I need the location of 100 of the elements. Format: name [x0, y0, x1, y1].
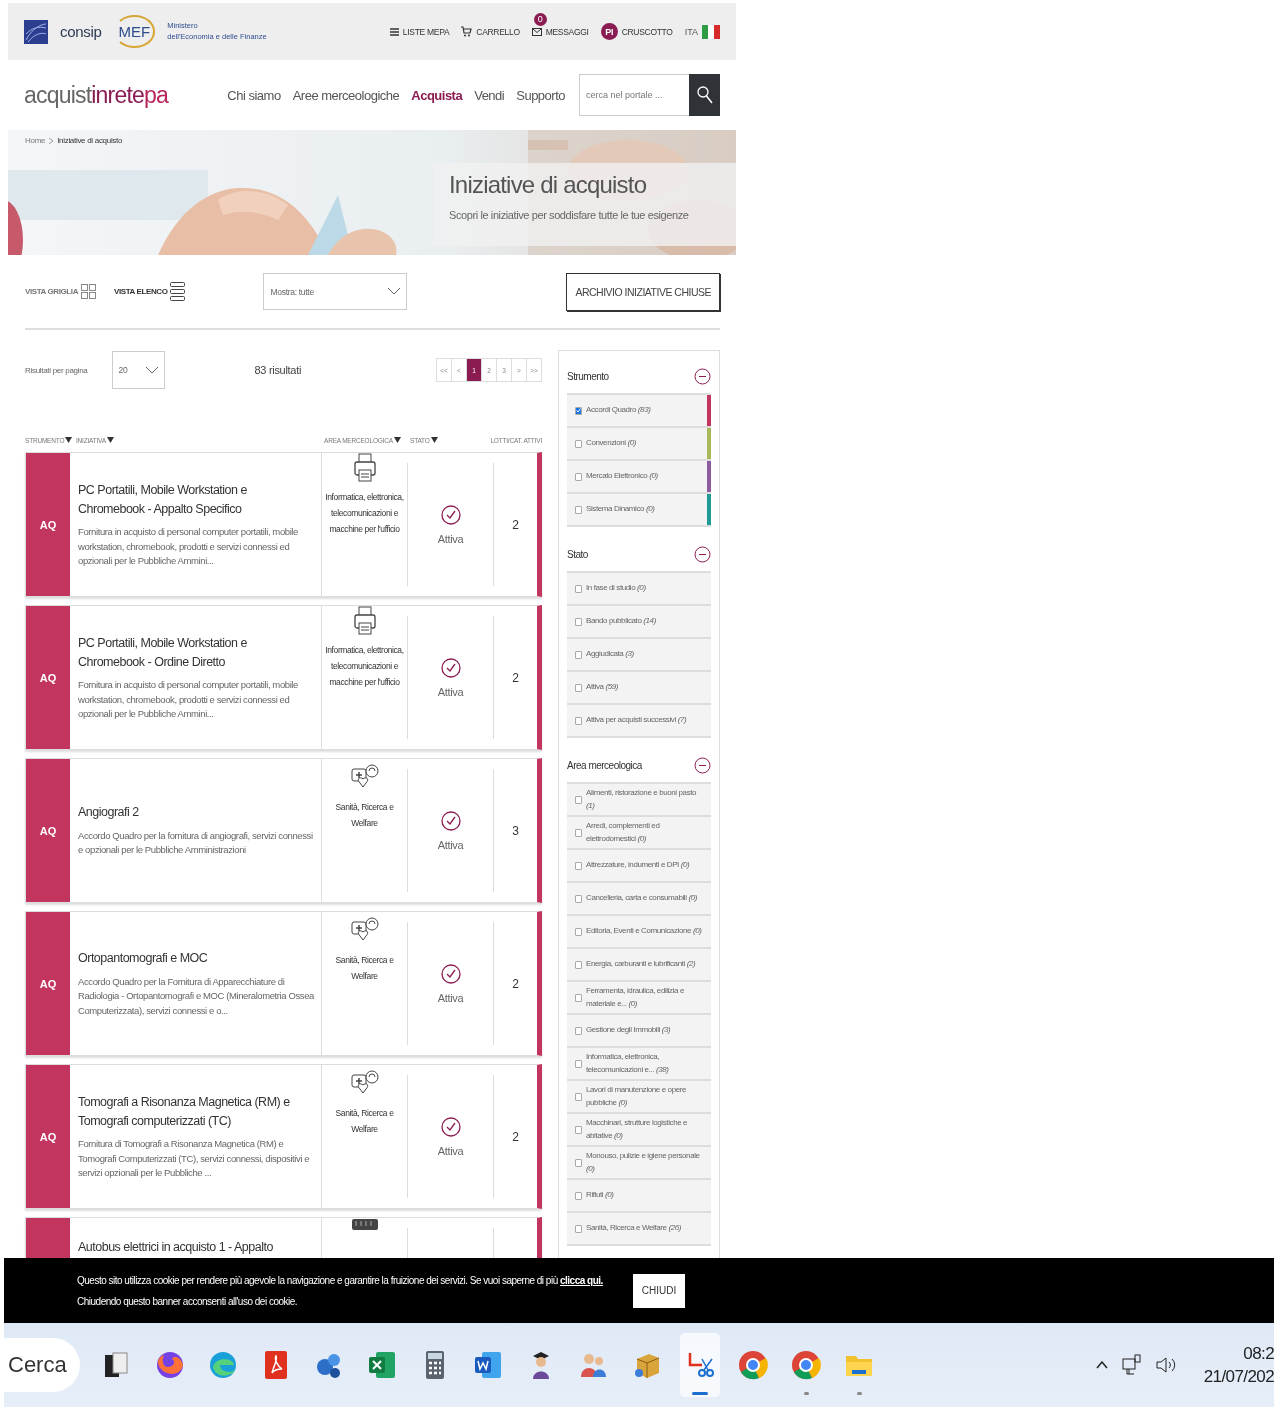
collapse-icon[interactable]	[694, 756, 711, 774]
filter-option[interactable]: Arredi, complementi ed elettrodomestici (0)	[567, 815, 711, 848]
nav-link[interactable]: Vendi	[474, 87, 505, 103]
filter-label: Attiva (59)	[586, 681, 619, 694]
checkbox[interactable]	[575, 993, 582, 1002]
language-link[interactable]: ITA	[684, 26, 698, 37]
wave-icon	[207, 1349, 239, 1381]
mail-icon	[531, 27, 542, 36]
menu-icon	[389, 27, 399, 36]
header-link[interactable]: PI CRUSCOTTO	[600, 23, 673, 40]
category-label: Sanità, Ricerca e Welfare	[334, 1107, 395, 1137]
filter-option[interactable]: Convenzioni (0)	[567, 426, 711, 459]
search-button[interactable]	[689, 74, 720, 116]
checkbox[interactable]	[575, 1158, 582, 1167]
filter-option[interactable]: Attiva per acquisti successivi (7)	[567, 703, 711, 736]
filter-option[interactable]: Bando pubblicato (14)	[567, 604, 711, 637]
filter-option[interactable]: Monouso, pulizie e igiene personale (0)	[567, 1145, 711, 1178]
filter-label: Rifiuti (0)	[586, 1189, 614, 1202]
initiative-title: PC Portatili, Mobile Workstation e Chromebook - Appalto Specifico	[78, 481, 248, 518]
cookie-link[interactable]: clicca qui.	[560, 1274, 603, 1286]
status-label: Attiva	[437, 991, 464, 1004]
filter-option[interactable]: Editoria, Eventi e Comunicazione (0)	[567, 914, 711, 947]
checkbox[interactable]	[575, 650, 582, 659]
checkbox[interactable]	[575, 1059, 582, 1068]
checkbox[interactable]	[575, 617, 582, 626]
filter-option[interactable]: Informatica, elettronica, telecomunicazioni e... (38)	[567, 1046, 711, 1079]
filter-option[interactable]: Sanità, Ricerca e Welfare (26)	[567, 1211, 711, 1244]
initiative-card[interactable]	[25, 605, 542, 750]
breadcrumb-link[interactable]: Home	[25, 136, 46, 145]
filter-option[interactable]: Attrezzature, indumenti e DPI (0)	[567, 848, 711, 881]
filter-option[interactable]: Gestione degli Immobili (3)	[567, 1013, 711, 1046]
initiative-card[interactable]: AQ Angiografi 2 Accordo Quadro per la fornitura di angiografi, servizi connessi e opzionali per le Pubbliche Amministrazioni Sanità, Ricerca e Welfare Attiva 3	[25, 758, 542, 903]
filter-option[interactable]: Alimenti, ristorazione e buoni pasto (1)	[567, 782, 711, 815]
filter-label: Informatica, elettronica, telecomunicazioni e... (38)	[586, 1050, 670, 1076]
taskbar-search[interactable]: Cerca	[4, 1338, 80, 1392]
consip-logo-icon	[24, 19, 48, 44]
view-toggle[interactable]: VISTA GRIGLIA	[25, 284, 97, 299]
close-button[interactable]: CHIUDI	[632, 1273, 686, 1308]
filter-label: Convenzioni (0)	[586, 437, 637, 450]
checkbox[interactable]	[575, 960, 582, 969]
checkbox[interactable]	[575, 716, 582, 725]
filter-option[interactable]: Attiva (59)	[567, 670, 711, 703]
nav-link[interactable]: Acquista	[411, 87, 463, 103]
checkbox[interactable]	[575, 795, 582, 804]
filter-option[interactable]: Sistema Dinamico (0)	[567, 492, 711, 525]
volume-icon[interactable]	[1155, 1356, 1176, 1374]
checkbox[interactable]	[575, 406, 582, 415]
network-icon[interactable]	[1121, 1354, 1142, 1376]
filter-option[interactable]: Mercato Elettronico (0)	[567, 459, 711, 492]
filter-option[interactable]: In fase di studio (0)	[567, 571, 711, 604]
checkbox[interactable]	[575, 1191, 582, 1200]
lot-count: 2	[512, 1129, 519, 1144]
checkbox[interactable]	[575, 472, 582, 481]
checkbox[interactable]	[575, 683, 582, 692]
filter-option[interactable]: Ferramenta, idraulica, edilizia e materiale e... (0)	[567, 980, 711, 1013]
checkbox[interactable]	[575, 894, 582, 903]
status-label: Attiva	[437, 685, 464, 698]
checkbox[interactable]	[575, 505, 582, 514]
initiative-card[interactable]	[25, 911, 542, 1056]
checkbox[interactable]	[575, 861, 582, 870]
category-label: Informatica, elettronica, telecomunicazioni e macchine per l'ufficio	[324, 644, 405, 690]
checkbox[interactable]	[575, 1092, 582, 1101]
filter-label: Gestione degli Immobili (3)	[586, 1024, 671, 1037]
filter-option[interactable]: Lavori di manutenzione e opere pubbliche (0)	[567, 1079, 711, 1112]
nav-link[interactable]: Aree merceologiche	[292, 87, 400, 103]
nav-link[interactable]: Supporto	[516, 87, 565, 103]
checkbox[interactable]	[575, 1224, 582, 1233]
lot-count: 2	[512, 976, 519, 991]
archive-button[interactable]: ARCHIVIO INIZIATIVE CHIUSE	[566, 272, 720, 311]
checkbox[interactable]	[575, 828, 582, 837]
filter-option[interactable]: Aggiudicata (3)	[567, 637, 711, 670]
collapse-icon[interactable]	[694, 545, 711, 563]
filter-dropdown[interactable]: Mostra: tutte	[263, 273, 408, 310]
checkbox[interactable]	[575, 584, 582, 593]
collapse-icon[interactable]	[694, 367, 711, 385]
initiative-card[interactable]	[25, 1064, 542, 1209]
checkbox[interactable]	[575, 927, 582, 936]
filter-option[interactable]: Energia, carburanti e lubrificanti (2)	[567, 947, 711, 980]
cookie-text: Questo sito utilizza cookie per rendere più agevole la navigazione e garantire la fruizione dei servizi. Se vuoi saperne di più clicca qui. Chiudendo questo banner acconsenti all'uso dei cookie.	[77, 1273, 603, 1309]
per-page-dropdown[interactable]: 20	[111, 351, 165, 389]
checkbox[interactable]	[575, 439, 582, 448]
nav-link[interactable]: Chi siamo	[227, 87, 281, 103]
checkbox[interactable]	[575, 1125, 582, 1134]
initiative-card[interactable]: Autobus elettrici in acquisto 1 - Appalto	[25, 1217, 542, 1258]
initiative-description: Accordo Quadro per la Fornitura di Apparecchiature di Radiologia - Ortopantomografi e MOC (Mineralometria Ossea Computerizzata), servizi connessi e o...	[78, 975, 315, 1018]
search-field[interactable]: cerca nel portale ...	[579, 74, 689, 116]
filter-option[interactable]: Macchinari, strutture logistiche e abitative (0)	[567, 1112, 711, 1145]
filter-option[interactable]: Rifiuti (0)	[567, 1178, 711, 1211]
initiative-card[interactable]	[25, 452, 542, 597]
header-link[interactable]: MESSAGGI	[531, 26, 589, 37]
checkbox[interactable]	[575, 1026, 582, 1035]
initiative-description: Fornitura di Tomografi a Risonanza Magnetica (RM) e Tomografi Computerizzati (TC), servizi connessi, dispositivi e servizi opzionali per le Pubbliche ...	[78, 1137, 311, 1180]
header-link[interactable]: LISTE MEPA	[389, 26, 450, 37]
sort-arrow-icon	[65, 437, 73, 443]
header-link[interactable]: CARRELLO	[461, 26, 520, 37]
filter-option[interactable]: Cancelleria, carta e consumabili (0)	[567, 881, 711, 914]
view-toggle[interactable]: VISTA ELENCO	[114, 281, 186, 302]
filter-label: Cancelleria, carta e consumabili (0)	[586, 892, 697, 905]
chevron-up-icon[interactable]	[1095, 1361, 1108, 1369]
filter-option[interactable]: Accordi Quadro (83)	[567, 393, 711, 426]
